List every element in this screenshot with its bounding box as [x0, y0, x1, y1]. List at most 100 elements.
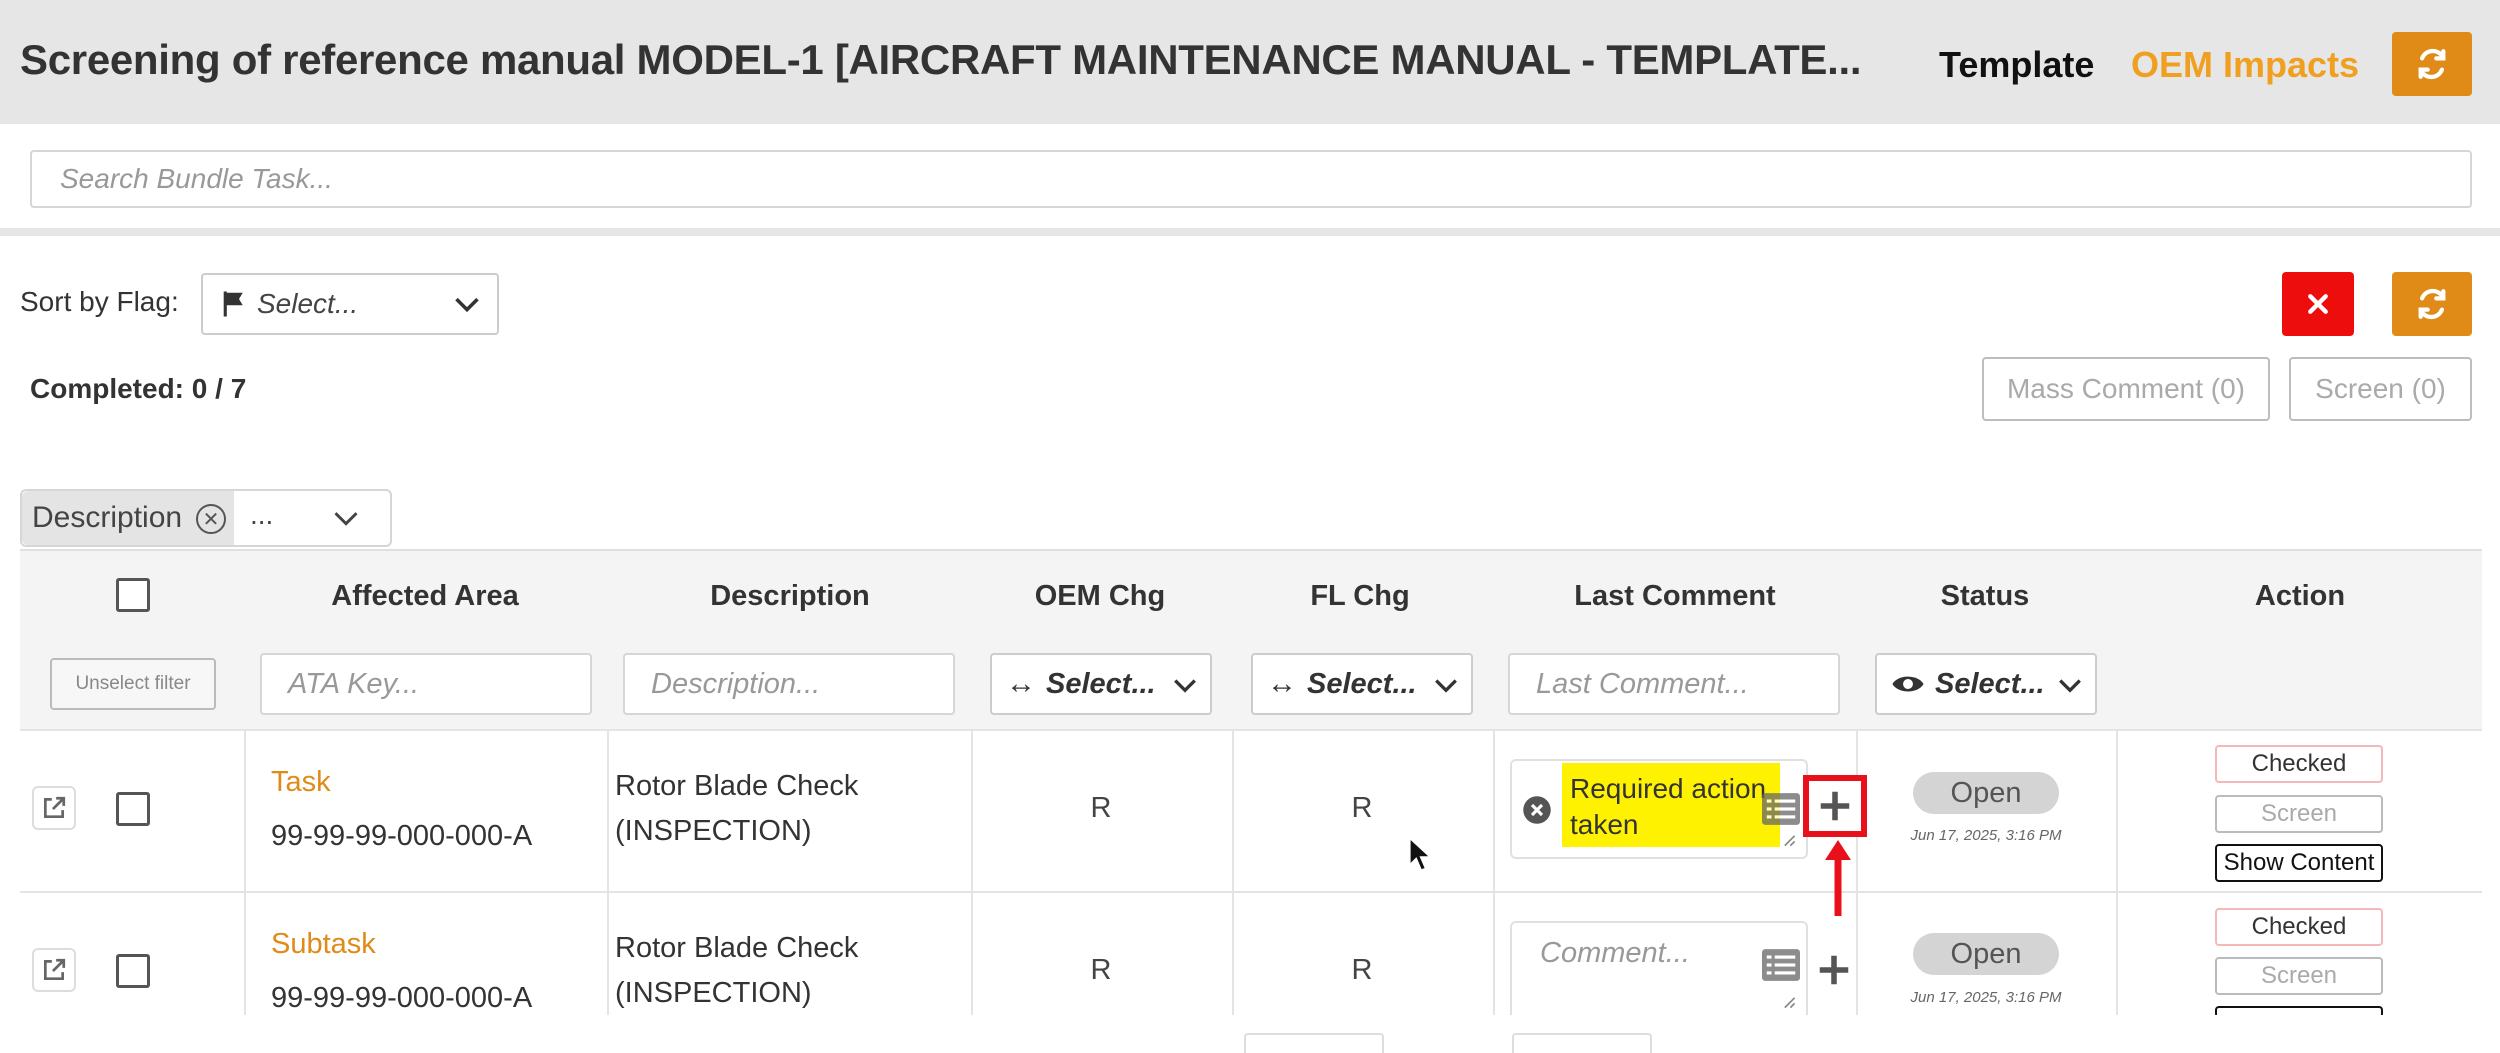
list-icon[interactable] [1762, 949, 1800, 981]
row-fl-chg: R [1351, 954, 1373, 986]
refresh-header-button[interactable] [2392, 32, 2472, 96]
select-all-checkbox[interactable] [116, 578, 150, 612]
status-badge: Open [1913, 772, 2059, 814]
arrows-horizontal-icon: ↔ [1267, 667, 1297, 700]
column-divider [1232, 729, 1234, 1015]
sort-by-flag-value: Select... [257, 288, 359, 319]
chevron-down-icon [1435, 679, 1457, 693]
flag-icon [223, 291, 243, 317]
row-description-line: Rotor Blade Check [615, 932, 859, 964]
header-affected-area[interactable]: Affected Area [260, 580, 590, 613]
remove-chip-icon[interactable]: ✕ [196, 504, 226, 534]
show-content-button[interactable]: Show Content [2215, 844, 2383, 882]
status-date: Jun 17, 2025, 3:16 PM [1910, 989, 2062, 1006]
external-link-icon [43, 958, 66, 981]
ata-key-filter[interactable]: ATA Key... [260, 653, 592, 715]
row-description: Rotor Blade Check (INSPECTION) [615, 764, 858, 854]
status-filter-value: Select... [1935, 667, 2045, 700]
column-chip-label: Description [32, 501, 183, 534]
status-filter[interactable]: Select... [1875, 653, 2097, 715]
add-comment-button-highlight[interactable] [1803, 775, 1867, 837]
unselect-filter-button[interactable]: Unselect filter [50, 658, 216, 710]
plus-icon [1820, 791, 1850, 821]
row-screen-button[interactable]: Screen [2215, 957, 2383, 995]
eye-icon [1892, 676, 1924, 692]
status-badge: Open [1913, 933, 2059, 975]
refresh-icon [2418, 288, 2446, 320]
mouse-cursor-icon [1408, 836, 1434, 872]
header-fl-chg[interactable]: FL Chg [1250, 580, 1470, 613]
row-checkbox[interactable] [116, 792, 150, 826]
column-divider [244, 729, 246, 1015]
oem-chg-filter-value: Select... [1046, 667, 1156, 700]
fl-chg-filter[interactable]: ↔ Select... [1251, 653, 1473, 715]
row-description: Rotor Blade Check (INSPECTION) [615, 926, 858, 1016]
header-oem-chg[interactable]: OEM Chg [990, 580, 1210, 613]
description-filter[interactable]: Description... [623, 653, 955, 715]
row-ata-key: 99-99-99-000-000-A [271, 820, 533, 852]
search-bar: Search Bundle Task... [0, 124, 2500, 236]
column-divider [971, 729, 973, 1015]
column-divider [607, 729, 609, 1015]
page-title: Screening of reference manual MODEL-1 [A… [20, 36, 1862, 83]
completed-count: Completed: 0 / 7 [30, 373, 247, 404]
header-status[interactable]: Status [1860, 580, 2110, 613]
header-action: Action [2254, 580, 2346, 612]
row-description-line: (INSPECTION) [615, 815, 812, 847]
clear-comment-icon[interactable] [1522, 795, 1552, 825]
mass-comment-button[interactable]: Mass Comment (0) [1982, 357, 2270, 421]
status-date: Jun 17, 2025, 3:16 PM [1910, 827, 2062, 844]
open-external-button[interactable] [32, 786, 76, 830]
annotation-arrow-icon [1825, 840, 1851, 916]
refresh-icon [2418, 48, 2446, 80]
column-divider [1856, 729, 1858, 1015]
open-external-button[interactable] [32, 948, 76, 992]
chevron-down-icon [2059, 679, 2081, 693]
pagination-bar [0, 1015, 2500, 1053]
oem-impacts-link[interactable]: OEM Impacts [2131, 44, 2359, 86]
sort-by-flag-label: Sort by Flag: [20, 286, 179, 317]
chevron-down-icon [1174, 679, 1196, 693]
row-oem-chg: R [1090, 954, 1112, 986]
table-row [20, 729, 2482, 891]
row-type-link[interactable]: Task [271, 766, 331, 799]
row-screen-button[interactable]: Screen [2215, 795, 2383, 833]
column-selector[interactable]: Description ✕ ... [20, 489, 392, 547]
page-header: Screening of reference manual MODEL-1 [A… [0, 0, 2500, 124]
row-ata-key: 99-99-99-000-000-A [271, 982, 533, 1014]
column-divider [2116, 729, 2118, 1015]
clear-button[interactable] [2282, 272, 2354, 336]
sort-by-flag-select[interactable]: Select... [201, 273, 499, 335]
plus-icon [1819, 955, 1849, 985]
row-checkbox[interactable] [116, 954, 150, 988]
list-icon[interactable] [1762, 793, 1800, 825]
search-bundle-task-input[interactable]: Search Bundle Task... [30, 150, 2472, 208]
screen-button[interactable]: Screen (0) [2289, 357, 2472, 421]
header-last-comment[interactable]: Last Comment [1510, 580, 1840, 613]
template-link[interactable]: Template [1939, 44, 2094, 86]
oem-chg-filter[interactable]: ↔ Select... [990, 653, 1212, 715]
comment-field[interactable]: Comment... [1510, 921, 1808, 1021]
column-divider [1493, 729, 1495, 1015]
header-description[interactable]: Description [620, 580, 960, 613]
external-link-icon [43, 796, 66, 819]
chevron-down-icon[interactable] [332, 509, 360, 529]
last-comment-filter[interactable]: Last Comment... [1508, 653, 1840, 715]
page-size-select[interactable] [1244, 1033, 1384, 1053]
comment-field[interactable]: Required action taken [1510, 759, 1808, 859]
checked-button[interactable]: Checked [2215, 745, 2383, 783]
column-more: ... [250, 499, 274, 530]
row-fl-chg: R [1351, 792, 1373, 824]
row-oem-chg: R [1090, 792, 1112, 824]
comment-placeholder: Comment... [1540, 937, 1690, 969]
row-type-link[interactable]: Subtask [271, 928, 376, 961]
highlighted-comment-text: Required action taken [1562, 763, 1780, 847]
refresh-button[interactable] [2392, 272, 2472, 336]
resize-handle-icon[interactable] [1782, 995, 1796, 1009]
resize-handle-icon[interactable] [1782, 833, 1796, 847]
row-description-line: (INSPECTION) [615, 977, 812, 1009]
chevron-down-icon [455, 297, 479, 313]
page-number-input[interactable] [1512, 1033, 1652, 1053]
add-comment-button[interactable] [1812, 948, 1856, 992]
checked-button[interactable]: Checked [2215, 908, 2383, 946]
